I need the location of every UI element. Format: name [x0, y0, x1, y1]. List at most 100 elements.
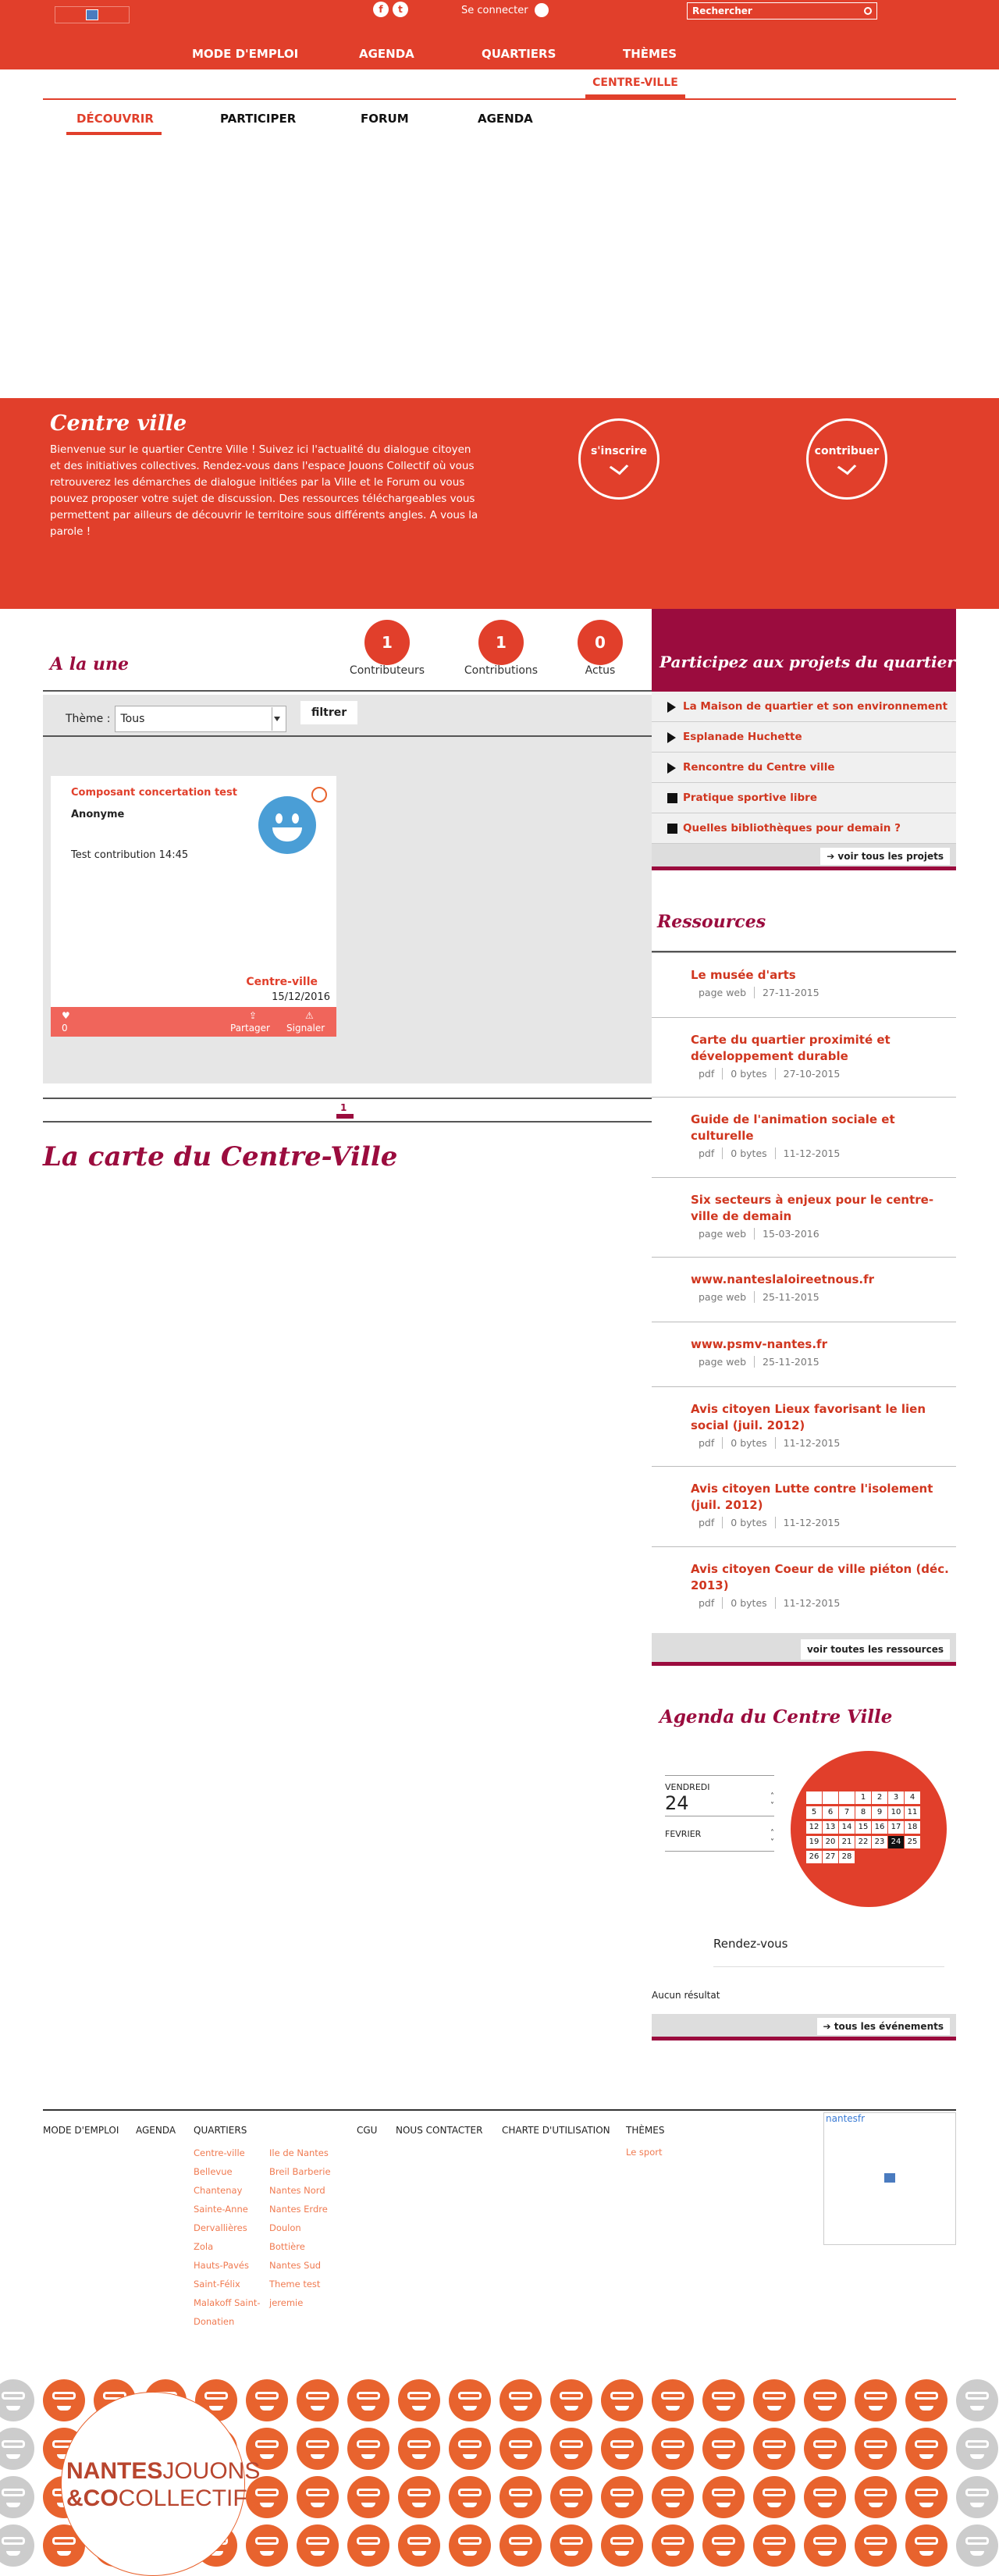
project-item[interactable]: Rencontre du Centre ville: [652, 753, 956, 783]
resource-item[interactable]: Avis citoyen Lutte contre l'isolement (j…: [652, 1466, 956, 1528]
resource-title[interactable]: Avis citoyen Coeur de ville piéton (déc.…: [691, 1561, 956, 1594]
footer-quartier-link[interactable]: Dervallières: [194, 2218, 272, 2237]
calendar-day[interactable]: 1: [855, 1791, 871, 1804]
footer-quartier-link[interactable]: Ile de Nantes: [269, 2144, 340, 2162]
resource-title[interactable]: Avis citoyen Lieux favorisant le lien so…: [691, 1401, 956, 1434]
search-icon[interactable]: [864, 7, 872, 15]
project-label[interactable]: Pratique sportive libre: [683, 792, 817, 804]
footer-quartier-link[interactable]: jeremie: [269, 2293, 340, 2312]
date-picker[interactable]: VENDREDI 24 ˄ ˅ FEVRIER ˄ ˅: [665, 1775, 774, 1852]
footer-quartier-link[interactable]: Nantes Nord: [269, 2181, 340, 2200]
resource-title[interactable]: www.psmv-nantes.fr: [691, 1336, 956, 1353]
calendar-day[interactable]: 22: [855, 1836, 871, 1848]
calendar-day[interactable]: 10: [888, 1806, 904, 1819]
all-projects-link[interactable]: ➔ voir tous les projets: [820, 848, 950, 865]
footer-agenda[interactable]: AGENDA: [136, 2125, 176, 2136]
calendar-day[interactable]: 3: [888, 1791, 904, 1804]
resource-item[interactable]: Carte du quartier proximité et développe…: [652, 1017, 956, 1080]
contribuer-button[interactable]: contribuer: [806, 418, 887, 500]
calendar-day[interactable]: 20: [823, 1836, 838, 1848]
language-selector[interactable]: [55, 6, 130, 23]
heart-icon[interactable]: ♥: [62, 1010, 70, 1021]
resource-item[interactable]: Six secteurs à enjeux pour le centre-vil…: [652, 1177, 956, 1240]
calendar-day[interactable]: 21: [839, 1836, 855, 1848]
facebook-icon[interactable]: f: [373, 2, 389, 17]
card-title[interactable]: Composant concertation test: [71, 787, 237, 799]
project-label[interactable]: Esplanade Huchette: [683, 731, 802, 743]
footer-themes[interactable]: THÈMES: [626, 2125, 665, 2136]
calendar-day[interactable]: 6: [823, 1806, 838, 1819]
share-icon[interactable]: ⇪: [249, 1010, 257, 1021]
all-events-link[interactable]: ➔ tous les événements: [816, 2018, 950, 2035]
calendar-day[interactable]: 18: [905, 1821, 920, 1834]
footer-cgu[interactable]: CGU: [357, 2125, 377, 2136]
calendar-day[interactable]: 5: [806, 1806, 822, 1819]
login-link[interactable]: Se connecter: [461, 3, 549, 17]
calendar-day[interactable]: 17: [888, 1821, 904, 1834]
footer-quartier-link[interactable]: Sainte-Anne: [194, 2200, 272, 2218]
inscrire-button[interactable]: s'inscrire: [578, 418, 659, 500]
resource-title[interactable]: Guide de l'animation sociale et culturel…: [691, 1112, 956, 1144]
twitter-icon[interactable]: t: [393, 2, 408, 17]
project-label[interactable]: Rencontre du Centre ville: [683, 761, 834, 774]
twitter-handle[interactable]: nantesfr: [826, 2113, 865, 2124]
page-number[interactable]: 1: [340, 1102, 347, 1113]
resource-title[interactable]: Six secteurs à enjeux pour le centre-vil…: [691, 1192, 956, 1225]
all-resources-link[interactable]: voir toutes les ressources: [800, 1639, 950, 1660]
calendar-day[interactable]: 7: [839, 1806, 855, 1819]
month-stepper-icon[interactable]: ˄ ˅: [770, 1829, 774, 1848]
resource-item[interactable]: Avis citoyen Lieux favorisant le lien so…: [652, 1386, 956, 1449]
calendar-day[interactable]: 16: [872, 1821, 887, 1834]
calendar-day[interactable]: 19: [806, 1836, 822, 1848]
search-input[interactable]: Rechercher: [687, 2, 877, 20]
calendar-day[interactable]: 13: [823, 1821, 838, 1834]
resource-title[interactable]: Avis citoyen Lutte contre l'isolement (j…: [691, 1481, 956, 1514]
theme-select[interactable]: Tous: [115, 706, 287, 732]
resource-item[interactable]: Avis citoyen Coeur de ville piéton (déc.…: [652, 1546, 956, 1609]
tab-centre-ville[interactable]: CENTRE-VILLE: [585, 76, 685, 89]
resource-title[interactable]: www.nanteslaloireetnous.fr: [691, 1272, 956, 1288]
calendar-day[interactable]: 25: [905, 1836, 920, 1848]
footer-quartier-link[interactable]: Theme test: [269, 2275, 340, 2293]
calendar-day[interactable]: 12: [806, 1821, 822, 1834]
project-label[interactable]: Quelles bibliothèques pour demain ?: [683, 822, 901, 834]
footer-quartier-link[interactable]: Bottière: [269, 2237, 340, 2256]
footer-quartier-link[interactable]: Nantes Erdre: [269, 2200, 340, 2218]
subnav-participer[interactable]: PARTICIPER: [220, 112, 296, 126]
project-item[interactable]: Quelles bibliothèques pour demain ?: [652, 813, 956, 844]
footer-mode-emploi[interactable]: MODE D'EMPLOI: [43, 2125, 119, 2136]
subnav-forum[interactable]: FORUM: [361, 112, 409, 126]
project-item[interactable]: Pratique sportive libre: [652, 783, 956, 813]
resource-item[interactable]: www.nanteslaloireetnous.fr page web 25-11-…: [652, 1257, 956, 1303]
resource-item[interactable]: Le musée d'arts page web 27-11-2015: [652, 952, 956, 998]
subnav-agenda[interactable]: AGENDA: [478, 112, 533, 126]
nav-quartiers[interactable]: QUARTIERS: [482, 47, 556, 61]
share-link[interactable]: Partager: [230, 1023, 270, 1034]
warning-icon[interactable]: ⚠: [305, 1010, 314, 1021]
footer-quartier-link[interactable]: Chantenay: [194, 2181, 272, 2200]
calendar-day[interactable]: 28: [839, 1851, 855, 1863]
calendar-day[interactable]: 2: [872, 1791, 887, 1804]
twitter-widget[interactable]: nantesfr: [823, 2112, 956, 2245]
nav-themes[interactable]: THÈMES: [623, 47, 677, 61]
report-link[interactable]: Signaler: [286, 1023, 325, 1034]
footer-quartier-link[interactable]: Hauts-Pavés: [194, 2256, 272, 2275]
calendar-day[interactable]: 24: [888, 1836, 904, 1848]
footer-quartier-link[interactable]: Nantes Sud: [269, 2256, 340, 2275]
contribution-card[interactable]: Composant concertation test Anonyme Test…: [51, 776, 336, 1037]
footer-contact[interactable]: NOUS CONTACTER: [396, 2125, 482, 2136]
calendar-day[interactable]: 9: [872, 1806, 887, 1819]
resource-item[interactable]: www.psmv-nantes.fr page web 25-11-2015: [652, 1322, 956, 1368]
nav-mode-emploi[interactable]: MODE D'EMPLOI: [192, 47, 298, 61]
calendar-day[interactable]: 23: [872, 1836, 887, 1848]
calendar-day[interactable]: 27: [823, 1851, 838, 1863]
project-item[interactable]: Esplanade Huchette: [652, 722, 956, 753]
project-label[interactable]: La Maison de quartier et son environneme…: [683, 700, 947, 713]
project-item[interactable]: La Maison de quartier et son environneme…: [652, 692, 956, 722]
footer-quartier-link[interactable]: Saint-Félix: [194, 2275, 272, 2293]
calendar-day[interactable]: 11: [905, 1806, 920, 1819]
calendar-day[interactable]: 8: [855, 1806, 871, 1819]
subnav-decouvrir[interactable]: DÉCOUVRIR: [76, 112, 154, 126]
footer-quartier-link[interactable]: Breil Barberie: [269, 2162, 340, 2181]
filter-button[interactable]: filtrer: [300, 701, 358, 724]
